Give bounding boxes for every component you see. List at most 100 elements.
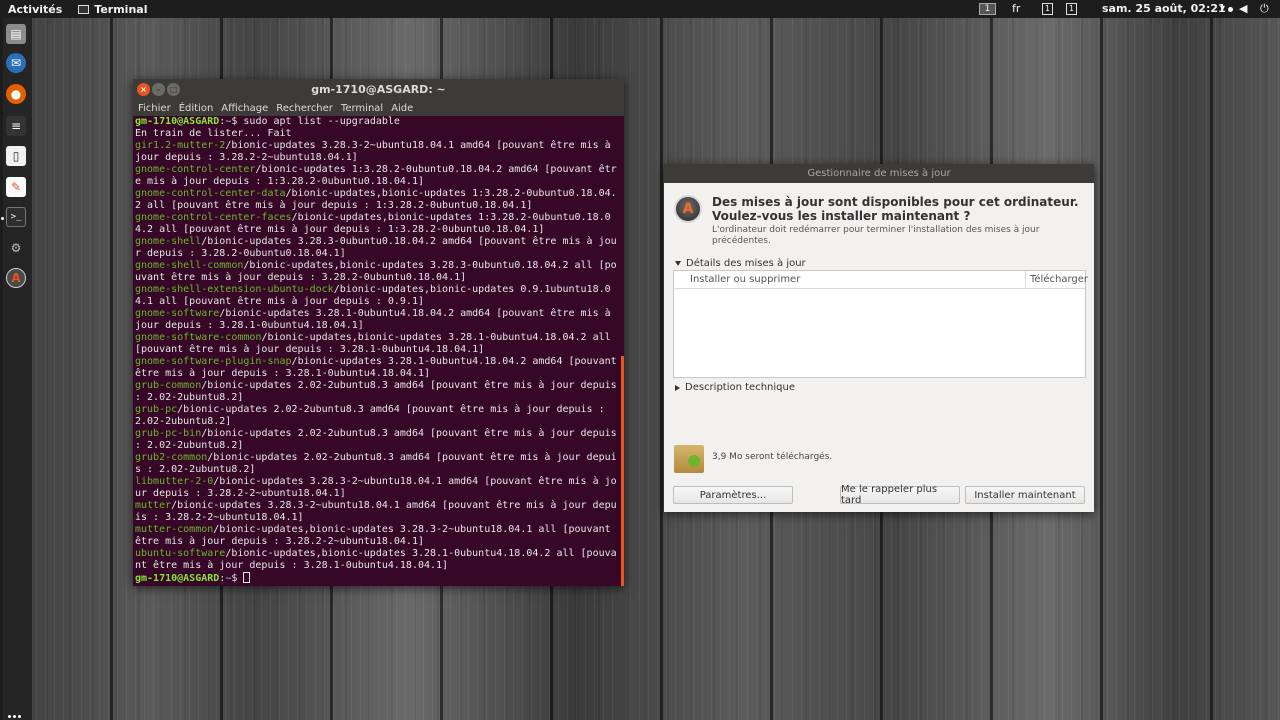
package-line: libmutter-2-0/bionic-updates 3.28.3-2~ub…	[135, 476, 622, 500]
terminal-window: × – □ gm-1710@ASGARD: ~ Fichier Édition …	[133, 79, 624, 586]
prompt-line: gm-1710@ASGARD:~$	[135, 572, 622, 585]
activities-button[interactable]: Activités	[8, 3, 62, 16]
indicator-box-2[interactable]: 1	[1066, 3, 1077, 15]
volume-icon[interactable]: ◀	[1239, 2, 1247, 15]
terminal-title: gm-1710@ASGARD: ~	[311, 83, 446, 96]
package-line: grub-common/bionic-updates 2.02-2ubuntu8…	[135, 380, 622, 404]
thunderbird-icon[interactable]: ✉	[6, 53, 26, 73]
package-name: grub2-common	[135, 452, 208, 463]
menu-affichage[interactable]: Affichage	[221, 103, 268, 114]
package-line: mutter/bionic-updates 3.28.3-2~ubuntu18.…	[135, 500, 622, 524]
settings-icon[interactable]: ⚙	[6, 238, 26, 258]
package-name: gnome-control-center-data	[135, 188, 286, 199]
prompt-path: ~	[225, 116, 232, 127]
details-label: Détails des mises à jour	[686, 258, 806, 269]
update-manager-window: Gestionnaire de mises à jour A Des mises…	[664, 164, 1094, 512]
prompt-path: ~	[225, 573, 232, 584]
terminal-icon[interactable]: >_	[6, 207, 26, 227]
updates-table[interactable]: Installer ou supprimer Télécharger	[673, 270, 1088, 378]
column-download[interactable]: Télécharger	[1030, 274, 1088, 285]
package-name: gnome-software-common	[135, 332, 262, 343]
menu-fichier[interactable]: Fichier	[138, 103, 171, 114]
technical-description-label: Description technique	[685, 382, 795, 393]
prompt-user: gm-1710@ASGARD	[135, 573, 220, 584]
install-now-button[interactable]: Installer maintenant	[965, 486, 1085, 504]
clock[interactable]: sam. 25 août, 02:21	[1102, 2, 1233, 15]
download-size: 3,9 Mo seront téléchargés.	[712, 452, 833, 462]
show-applications-icon[interactable]	[8, 715, 22, 720]
package-details: /bionic-updates 2.02-2ubuntu8.3 amd64 [p…	[135, 380, 623, 403]
document-icon[interactable]: ▯	[6, 146, 26, 166]
package-details: /bionic-updates 2.02-2ubuntu8.3 amd64 [p…	[135, 452, 617, 475]
notes-icon[interactable]: ≡	[6, 116, 26, 136]
update-subtext: L'ordinateur doit redémarrer pour termin…	[712, 225, 1040, 246]
package-name: grub-common	[135, 380, 202, 391]
expander-open-icon	[675, 261, 681, 266]
maximize-icon[interactable]: □	[167, 83, 180, 96]
menu-terminal[interactable]: Terminal	[341, 103, 383, 114]
app-menu-label: Terminal	[94, 2, 148, 16]
terminal-menubar: Fichier Édition Affichage Rechercher Ter…	[133, 100, 624, 116]
indicator-box-1[interactable]: 1	[1042, 3, 1053, 15]
command-line: gm-1710@ASGARD:~$ sudo apt list --upgrad…	[135, 116, 400, 127]
close-icon[interactable]: ×	[137, 83, 150, 96]
package-line: grub-pc-bin/bionic-updates 2.02-2ubuntu8…	[135, 428, 622, 452]
package-line: mutter-common/bionic-updates,bionic-upda…	[135, 524, 622, 548]
package-line: ubuntu-software/bionic-updates,bionic-up…	[135, 548, 622, 572]
package-line: grub2-common/bionic-updates 2.02-2ubuntu…	[135, 452, 622, 476]
update-manager-title: Gestionnaire de mises à jour	[807, 168, 951, 179]
terminal-output[interactable]: gm-1710@ASGARD:~$ sudo apt list --upgrad…	[133, 116, 624, 586]
scrollbar[interactable]	[621, 356, 624, 586]
minimize-icon[interactable]: –	[152, 83, 165, 96]
package-line: gnome-software/bionic-updates 3.28.1-0ub…	[135, 308, 622, 332]
notification-dot-icon	[1227, 6, 1233, 12]
remind-later-button[interactable]: Me le rappeler plus tard	[840, 484, 960, 506]
settings-button[interactable]: Paramètres...	[673, 486, 793, 504]
listing-status: En train de lister... Fait	[135, 128, 292, 139]
column-separator	[1025, 271, 1026, 289]
power-icon[interactable]: ⏻	[1260, 2, 1269, 16]
technical-description-expander[interactable]: Description technique	[675, 382, 795, 393]
update-heading: Des mises à jour sont disponibles pour c…	[712, 195, 1079, 223]
expander-closed-icon	[675, 384, 680, 391]
clock-label: sam. 25 août, 02:21	[1102, 2, 1226, 15]
wifi-icon[interactable]: ▾	[1220, 3, 1225, 14]
prompt-user: gm-1710@ASGARD	[135, 116, 220, 127]
terminal-titlebar[interactable]: × – □ gm-1710@ASGARD: ~	[133, 79, 624, 100]
package-name: gnome-software-plugin-snap	[135, 356, 292, 367]
package-line: gnome-control-center-data/bionic-updates…	[135, 188, 622, 212]
details-expander[interactable]: Détails des mises à jour	[675, 258, 806, 269]
package-line: gnome-software-common/bionic-updates,bio…	[135, 332, 622, 356]
workspace-indicator[interactable]: 1	[979, 3, 996, 15]
firefox-icon[interactable]: ●	[6, 84, 26, 104]
active-indicator	[1, 217, 4, 220]
package-line: gir1.2-mutter-2/bionic-updates 3.28.3-2~…	[135, 140, 622, 164]
app-menu[interactable]: Terminal	[78, 3, 147, 16]
package-line: gnome-control-center/bionic-updates 1:3.…	[135, 164, 622, 188]
menu-edition[interactable]: Édition	[179, 103, 214, 114]
package-details: /bionic-updates 3.28.3-2~ubuntu18.04.1 a…	[135, 500, 617, 523]
package-name: grub-pc	[135, 404, 178, 415]
package-line: gnome-shell-common/bionic-updates,bionic…	[135, 260, 622, 284]
package-details: /bionic-updates 2.02-2ubuntu8.3 amd64 [p…	[135, 428, 623, 451]
files-icon[interactable]: ▤	[6, 24, 26, 44]
column-install[interactable]: Installer ou supprimer	[690, 274, 800, 285]
package-name: gir1.2-mutter-2	[135, 140, 226, 151]
package-name: gnome-shell-common	[135, 260, 244, 271]
package-line: gnome-shell/bionic-updates 3.28.3-0ubunt…	[135, 236, 622, 260]
text-editor-icon[interactable]: ✎	[6, 177, 26, 197]
menu-aide[interactable]: Aide	[391, 103, 413, 114]
top-bar: Activités Terminal 1 fr 1 1 sam. 25 août…	[0, 0, 1280, 18]
command-text: sudo apt list --upgradable	[243, 116, 400, 127]
package-line: gnome-control-center-faces/bionic-update…	[135, 212, 622, 236]
package-name: gnome-software	[135, 308, 220, 319]
dock: ▤ ✉ ● ≡ ▯ ✎ >_ ⚙ A	[0, 18, 32, 720]
software-updater-icon: A	[674, 195, 702, 223]
menu-rechercher[interactable]: Rechercher	[276, 103, 333, 114]
update-manager-titlebar[interactable]: Gestionnaire de mises à jour	[664, 164, 1094, 183]
cursor	[243, 572, 251, 583]
package-name: gnome-shell	[135, 236, 202, 247]
keyboard-layout-indicator[interactable]: fr	[1012, 2, 1020, 15]
software-updater-icon[interactable]: A	[6, 268, 26, 288]
package-details: /bionic-updates 2.02-2ubuntu8.3 amd64 [p…	[135, 404, 611, 427]
